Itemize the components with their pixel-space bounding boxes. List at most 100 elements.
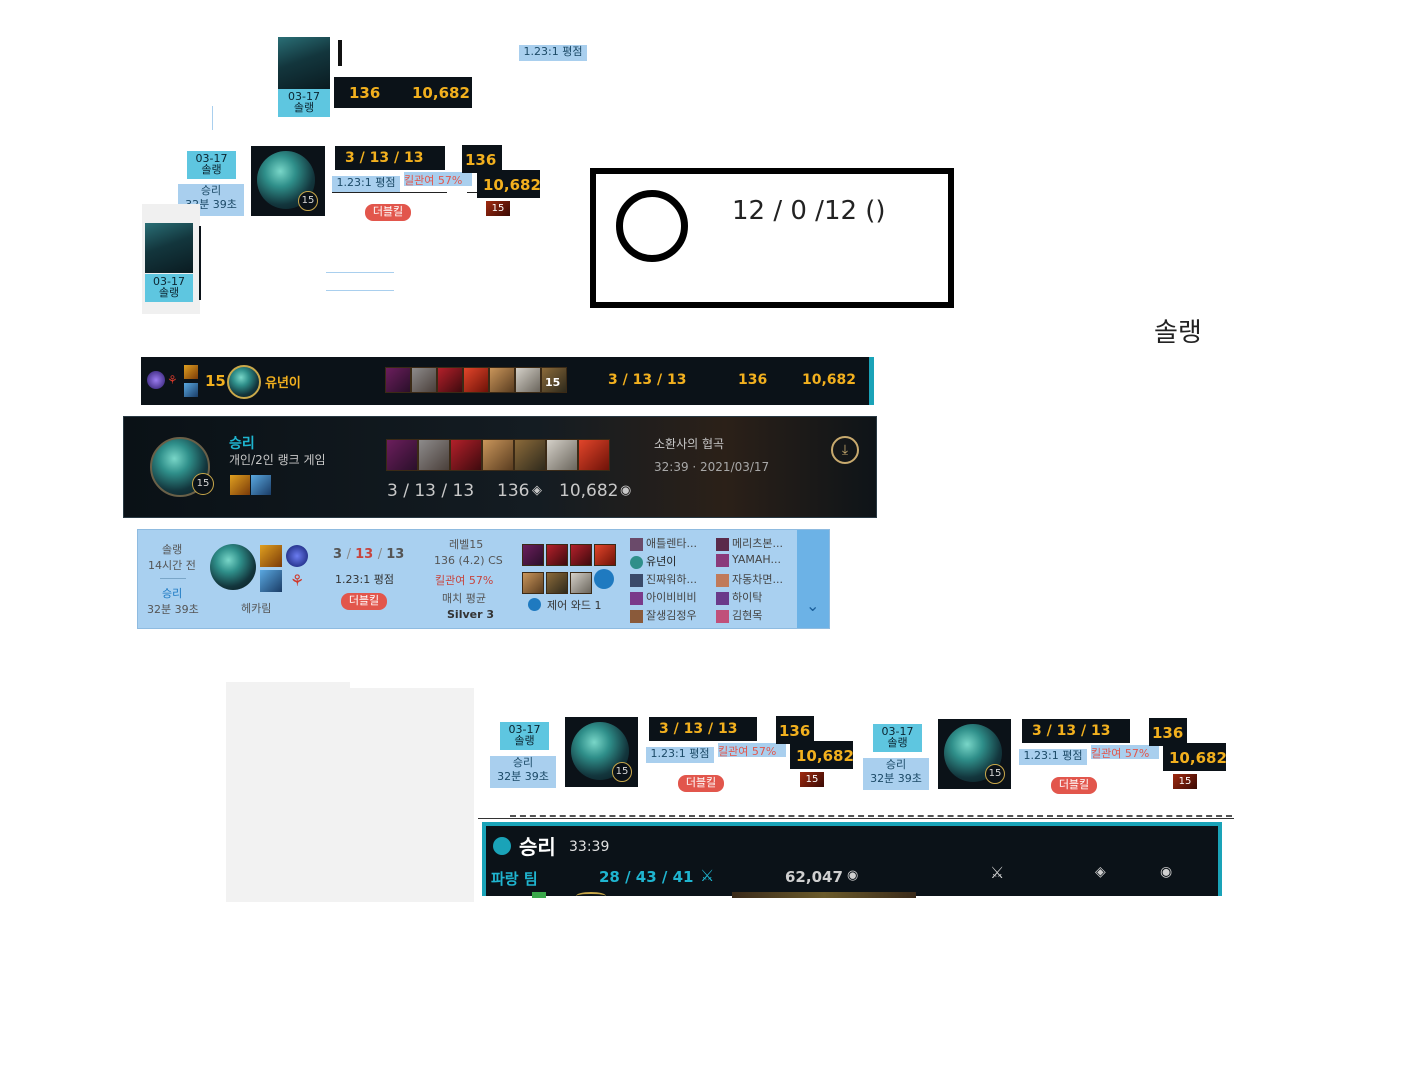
match-summary-row[interactable]: 솔랭 14시간 전 승리 32분 39초 ⚘ 헤카림 3 / 13 / 13 1… xyxy=(137,529,830,629)
match-banner[interactable]: 15 승리 개인/2인 랭크 게임 3 / 13 / 13 136 ◈ 10,6… xyxy=(123,416,877,518)
item-level-badge: 15 xyxy=(486,201,510,216)
team-panel: 승리 33:39 파랑 팀 28 / 43 / 41 ⚔ 62,047 ◉ ⚔ … xyxy=(482,822,1222,898)
level-badge: 15 xyxy=(985,764,1005,784)
player-avatar-icon xyxy=(630,555,643,569)
player-name[interactable]: 유년이 xyxy=(265,372,301,391)
champion-avatar-partial xyxy=(576,892,606,900)
item-strip xyxy=(732,892,916,898)
team-label: 파랑 팀 xyxy=(491,870,538,888)
item-level: 15 xyxy=(545,376,561,389)
player-level: 15 xyxy=(205,372,226,390)
gold-icon: ◉ xyxy=(620,483,632,498)
item-row xyxy=(386,439,636,471)
kp-label: 킬관여 57% xyxy=(404,172,472,187)
duration-label: 33:39 xyxy=(569,839,610,855)
champion-name[interactable]: 헤카림 xyxy=(241,600,271,616)
kda-assists: 13 xyxy=(386,547,405,562)
outline-box: 12 / 0 /12 () xyxy=(590,168,954,308)
player-name: 자동차면... xyxy=(732,573,783,586)
team1-player[interactable]: 잘생김정우 xyxy=(630,607,716,625)
item-icon xyxy=(594,544,616,566)
item-grid xyxy=(522,544,618,594)
item-icon xyxy=(570,544,592,566)
gold-box: 10,682 xyxy=(790,741,854,769)
item-icon xyxy=(546,544,568,566)
multikill-badge: 더블킬 xyxy=(1051,777,1097,794)
summoner-spell-partial xyxy=(532,892,546,898)
team2-player[interactable]: 하이탁 xyxy=(716,589,796,607)
kda-column-icon: ⚔ xyxy=(990,863,1005,882)
gold-box: 10,682 xyxy=(1163,743,1227,771)
team1-player[interactable]: 진짜워하... xyxy=(630,571,716,589)
team2-player[interactable]: 자동차면... xyxy=(716,571,796,589)
divider xyxy=(160,578,186,579)
item-icon xyxy=(570,572,592,594)
item-icon xyxy=(482,439,514,471)
item-icon xyxy=(450,439,482,471)
item-icon xyxy=(386,439,418,471)
result-label: 승리 xyxy=(512,756,534,769)
player-name: YAMAH... xyxy=(732,553,781,566)
queue-label: 솔랭 xyxy=(514,734,535,747)
champion-frame: 15 xyxy=(251,146,325,216)
player-name: 잘생김정우 xyxy=(646,609,697,622)
ago-label: 14시간 전 xyxy=(148,559,196,572)
kp-label: 킬관여 57% xyxy=(435,574,494,587)
item-icon: 15 xyxy=(541,367,567,393)
item-icon xyxy=(411,367,437,393)
player-name: 메리츠본... xyxy=(732,537,783,550)
team2-player[interactable]: YAMAH... xyxy=(716,553,796,571)
kda-value: 3 / 13 / 13 xyxy=(387,481,475,501)
player-avatar-icon xyxy=(716,591,729,605)
gold-value: 10,682 xyxy=(559,481,619,501)
champion-portrait xyxy=(278,37,330,89)
player-avatar-icon xyxy=(630,609,643,623)
item-level-badge: 15 xyxy=(800,772,824,787)
item-icon xyxy=(418,439,450,471)
expand-button[interactable]: ⌄ xyxy=(797,530,829,628)
kda-value: 3 / 13 / 13 xyxy=(659,721,738,737)
team-dot-icon xyxy=(493,837,511,855)
gold-box: 10,682 xyxy=(477,170,541,198)
summoner-spell-icon xyxy=(230,475,250,495)
queue-label: 솔랭 xyxy=(887,736,908,749)
player-avatar-icon xyxy=(716,609,729,623)
queue-label: 솔랭 xyxy=(158,286,180,299)
cs-value: 136 xyxy=(497,481,530,501)
item-row: 15 xyxy=(385,367,567,393)
team2-player[interactable]: 김현목 xyxy=(716,607,796,625)
circle-icon xyxy=(616,190,688,262)
kda-strip: 3 / 13 / 13 xyxy=(335,146,445,170)
player-name: 아이비비비 xyxy=(646,591,697,604)
ward-icon xyxy=(528,598,541,611)
kda-kills: 3 xyxy=(333,547,343,562)
team2-list: 메리츠본... YAMAH... 자동차면... 하이탁 김현목 xyxy=(716,535,796,625)
kda-sep: / xyxy=(377,547,387,562)
team1-player[interactable]: 유년이 xyxy=(630,553,716,571)
player-avatar-icon xyxy=(716,573,729,587)
summoner-spell-icon xyxy=(184,365,198,379)
team-kda: 28 / 43 / 41 xyxy=(599,868,694,886)
team2-player[interactable]: 메리츠본... xyxy=(716,535,796,553)
item-level: 15 xyxy=(805,774,819,785)
cs-value: 136 xyxy=(1152,724,1184,742)
kda-text: 12 / 0 /12 () xyxy=(732,196,886,226)
kda-sep: / xyxy=(346,547,356,562)
kda-value: 3 / 13 / 13 xyxy=(608,372,687,388)
cs-box: 136 xyxy=(776,716,814,744)
player-row[interactable]: ⚘ 15 유년이 15 3 / 13 / 13 136 10,682 xyxy=(141,357,874,405)
player-name: 애틀렌타... xyxy=(646,537,697,550)
queue-label: 솔랭 xyxy=(201,163,222,176)
item-icon xyxy=(489,367,515,393)
player-name: 하이탁 xyxy=(732,591,763,604)
item-icon xyxy=(546,572,568,594)
player-name: 진짜워하... xyxy=(646,573,697,586)
team1-player[interactable]: 애틀렌타... xyxy=(630,535,716,553)
download-icon[interactable]: ⤓ xyxy=(831,436,859,464)
team1-player[interactable]: 아이비비비 xyxy=(630,589,716,607)
placeholder-panel xyxy=(226,682,350,902)
item-icon xyxy=(514,439,546,471)
divider xyxy=(326,272,394,273)
ratio-badge: 1.23:1 평점 xyxy=(519,45,587,61)
player-avatar-icon xyxy=(630,591,643,605)
